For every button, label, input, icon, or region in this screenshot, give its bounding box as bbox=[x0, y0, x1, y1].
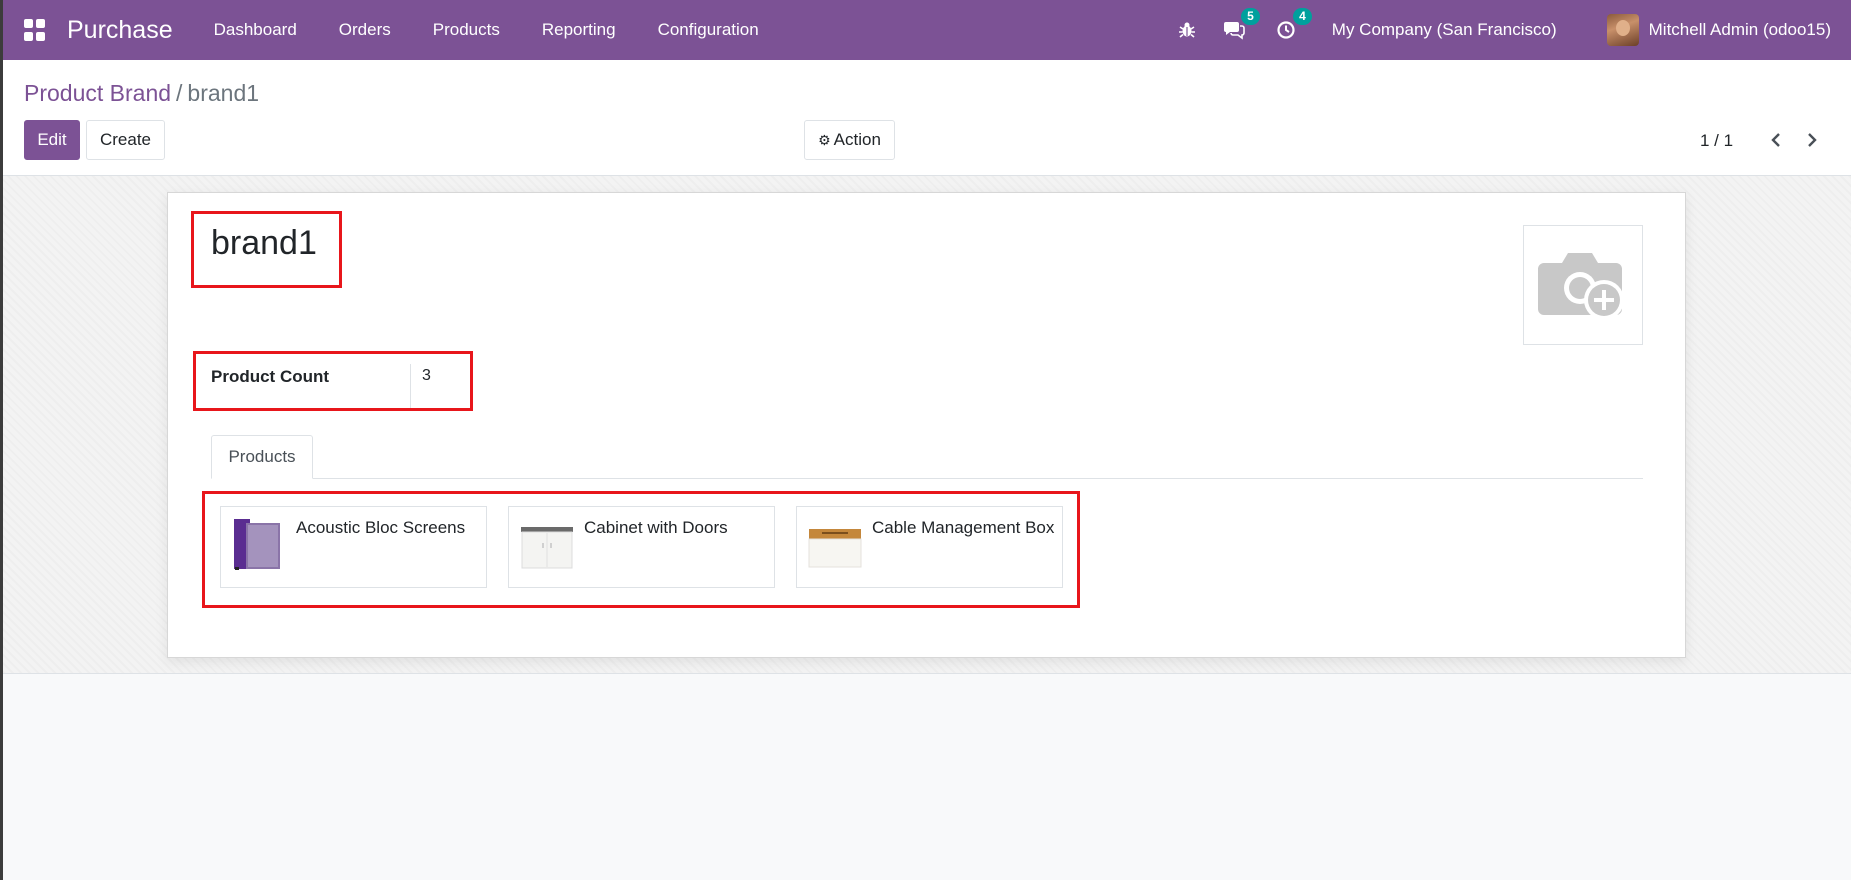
activities-badge: 4 bbox=[1293, 8, 1312, 25]
menu-item-products[interactable]: Products bbox=[412, 20, 521, 40]
window-edge bbox=[0, 0, 3, 880]
control-panel: Product Brand / brand1 Edit Create ⚙ Action… bbox=[3, 60, 1851, 176]
menu-item-orders[interactable]: Orders bbox=[318, 20, 412, 40]
menu-item-dashboard[interactable]: Dashboard bbox=[193, 20, 318, 40]
image-placeholder[interactable] bbox=[1523, 225, 1643, 345]
app-name[interactable]: Purchase bbox=[67, 16, 173, 45]
product-name: Acoustic Bloc Screens bbox=[296, 518, 466, 537]
product-count-value: 3 bbox=[422, 367, 431, 384]
action-button[interactable]: ⚙ Action bbox=[804, 120, 895, 160]
avatar bbox=[1606, 14, 1639, 46]
messages-badge: 5 bbox=[1241, 8, 1260, 25]
breadcrumb-current: brand1 bbox=[187, 80, 260, 106]
product-card-cabinet-with-doors[interactable]: Cabinet with Doors bbox=[508, 506, 775, 588]
bug-icon[interactable] bbox=[1175, 18, 1199, 42]
company-switcher[interactable]: My Company (San Francisco) bbox=[1332, 20, 1557, 40]
record-title: brand1 bbox=[211, 224, 317, 262]
create-button[interactable]: Create bbox=[86, 120, 165, 160]
product-image-icon bbox=[234, 519, 280, 570]
chevron-right-icon[interactable] bbox=[1800, 128, 1824, 152]
top-navbar: Purchase Dashboard Orders Products Repor… bbox=[0, 0, 1851, 60]
product-image-icon bbox=[808, 529, 862, 568]
breadcrumb-separator: / bbox=[176, 80, 183, 106]
edit-button[interactable]: Edit bbox=[24, 120, 80, 160]
product-image-icon bbox=[521, 527, 573, 569]
breadcrumb: Product Brand / brand1 bbox=[24, 80, 259, 107]
field-divider bbox=[410, 364, 411, 408]
chat-icon[interactable]: 5 bbox=[1222, 8, 1260, 42]
product-card-acoustic-bloc-screens[interactable]: Acoustic Bloc Screens bbox=[220, 506, 487, 588]
main-menu: Dashboard Orders Products Reporting Conf… bbox=[193, 20, 780, 40]
menu-item-configuration[interactable]: Configuration bbox=[637, 20, 780, 40]
product-name: Cable Management Box bbox=[872, 518, 1055, 537]
product-count-label: Product Count bbox=[211, 367, 330, 386]
user-menu[interactable]: Mitchell Admin (odoo15) bbox=[1606, 14, 1831, 46]
tabs-divider bbox=[211, 478, 1643, 479]
pager-value[interactable]: 1 / 1 bbox=[1700, 131, 1733, 151]
user-name: Mitchell Admin (odoo15) bbox=[1648, 20, 1831, 39]
action-button-label: Action bbox=[833, 130, 881, 149]
product-card-cable-management-box[interactable]: Cable Management Box bbox=[796, 506, 1063, 588]
apps-grid-icon[interactable] bbox=[24, 19, 46, 41]
clock-icon[interactable]: 4 bbox=[1274, 8, 1312, 42]
gear-icon: ⚙ bbox=[818, 131, 831, 148]
product-name: Cabinet with Doors bbox=[584, 518, 728, 537]
breadcrumb-parent[interactable]: Product Brand bbox=[24, 80, 171, 106]
menu-item-reporting[interactable]: Reporting bbox=[521, 20, 637, 40]
camera-plus-icon bbox=[1538, 253, 1624, 320]
tab-products[interactable]: Products bbox=[211, 435, 313, 479]
systray: 5 4 My Company (San Francisco) Mitchell … bbox=[1175, 0, 1851, 60]
chevron-left-icon[interactable] bbox=[1764, 128, 1788, 152]
